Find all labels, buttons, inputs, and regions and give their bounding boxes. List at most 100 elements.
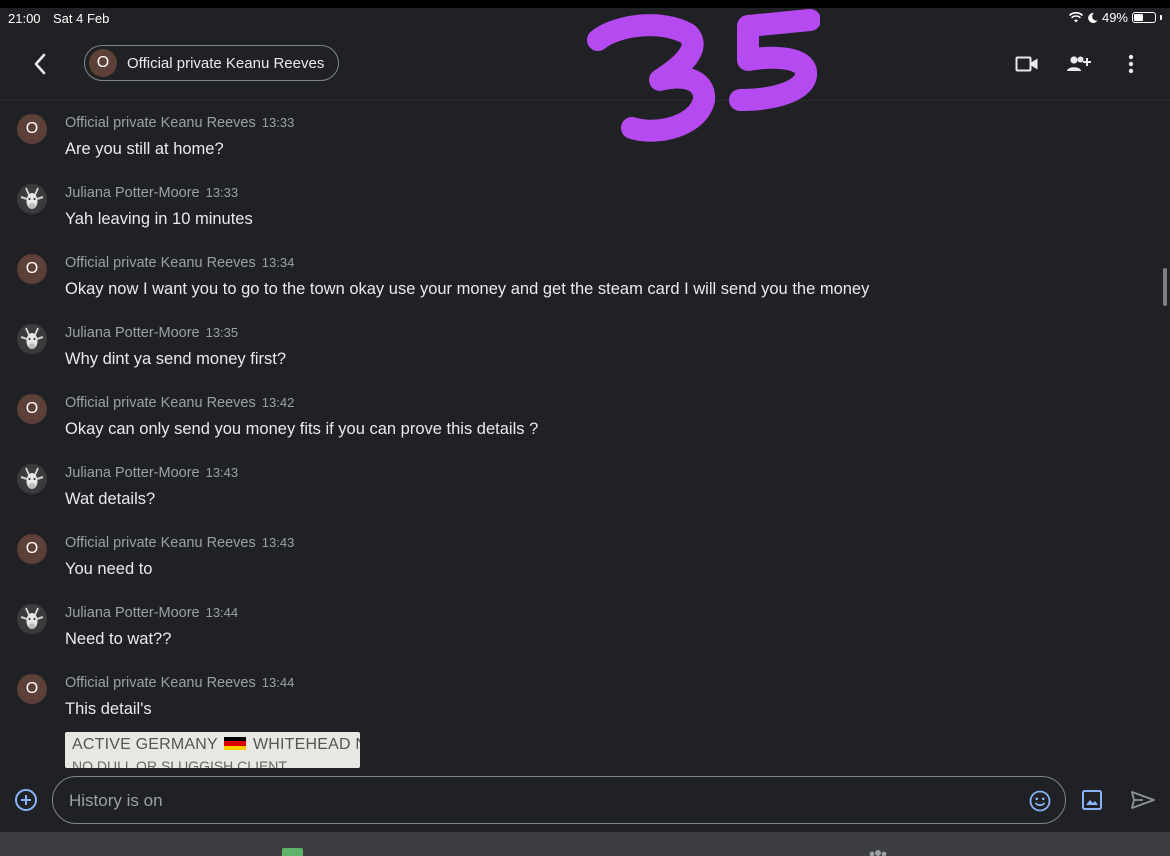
contact-avatar: O xyxy=(89,49,117,77)
sender-avatar[interactable]: O xyxy=(17,674,47,704)
message-meta: Juliana Potter-Moore 13:43 xyxy=(65,465,238,481)
message-meta: Juliana Potter-Moore 13:33 xyxy=(65,185,238,201)
sender-avatar[interactable] xyxy=(17,464,47,494)
message-list[interactable]: O Official private Keanu Reeves 13:33 Are y… xyxy=(0,101,1170,768)
message-input[interactable] xyxy=(67,785,1011,817)
message-text: You need to xyxy=(65,560,153,578)
image-icon xyxy=(1082,790,1102,810)
message-row[interactable]: O Official private Keanu Reeves 13:43 You n… xyxy=(0,521,1170,591)
status-right: 49% xyxy=(1068,10,1162,25)
insert-image-button[interactable] xyxy=(1079,787,1105,813)
battery-icon xyxy=(1132,12,1156,23)
message-row[interactable]: Juliana Potter-Moore 13:33 Yah leaving in … xyxy=(0,171,1170,241)
composer xyxy=(0,768,1170,832)
sender-avatar[interactable] xyxy=(17,184,47,214)
attachment-line1: ACTIVE GERMANY WHITEHEAD N xyxy=(72,736,360,754)
sender-name: Official private Keanu Reeves xyxy=(65,535,256,551)
sender-name: Juliana Potter-Moore xyxy=(65,185,200,201)
message-text: Yah leaving in 10 minutes xyxy=(65,210,253,228)
message-timestamp: 13:33 xyxy=(261,115,295,130)
message-meta: Official private Keanu Reeves 13:42 xyxy=(65,395,294,411)
message-text: Why dint ya send money first? xyxy=(65,350,287,368)
message-row[interactable]: Juliana Potter-Moore 13:43 Wat details? xyxy=(0,451,1170,521)
message-meta: Official private Keanu Reeves 13:34 xyxy=(65,255,294,271)
video-call-icon xyxy=(1015,56,1038,72)
message-row[interactable]: O Official private Keanu Reeves 13:34 Okay … xyxy=(0,241,1170,311)
message-timestamp: 13:34 xyxy=(261,255,295,270)
status-bar: 21:00 Sat 4 Feb 49% xyxy=(0,8,1170,28)
sender-name: Official private Keanu Reeves xyxy=(65,675,256,691)
emoji-icon xyxy=(1029,790,1051,812)
battery-nub xyxy=(1160,15,1162,20)
sender-name: Official private Keanu Reeves xyxy=(65,255,256,271)
back-button[interactable] xyxy=(24,48,56,80)
more-options-button[interactable] xyxy=(1117,50,1145,78)
sender-name: Juliana Potter-Moore xyxy=(65,325,200,341)
contact-chip[interactable]: O Official private Keanu Reeves xyxy=(84,45,340,81)
add-people-icon xyxy=(1067,56,1091,71)
message-timestamp: 13:42 xyxy=(261,395,295,410)
message-row[interactable]: Juliana Potter-Moore 13:44 Need to wat?? xyxy=(0,591,1170,661)
image-attachment[interactable]: ACTIVE GERMANY WHITEHEAD N NO DULL OR SL… xyxy=(65,732,360,768)
message-text: This detail's xyxy=(65,700,152,718)
message-text: Okay can only send you money fits if you… xyxy=(65,420,539,438)
more-vert-icon xyxy=(1128,54,1134,74)
message-row[interactable]: O Official private Keanu Reeves 13:44 This … xyxy=(0,661,1170,731)
add-circle-icon xyxy=(15,789,37,811)
message-timestamp: 13:44 xyxy=(205,605,239,620)
emoji-button[interactable] xyxy=(1027,788,1053,814)
sender-name: Official private Keanu Reeves xyxy=(65,395,256,411)
message-timestamp: 13:43 xyxy=(261,535,295,550)
message-meta: Juliana Potter-Moore 13:44 xyxy=(65,605,238,621)
status-time: 21:00 xyxy=(8,11,41,26)
goat-avatar-icon xyxy=(17,604,47,634)
battery-percent: 49% xyxy=(1101,10,1128,25)
chevron-left-icon xyxy=(34,53,46,75)
message-input-wrap xyxy=(52,776,1066,824)
sender-name: Juliana Potter-Moore xyxy=(65,465,200,481)
message-text: Okay now I want you to go to the town ok… xyxy=(65,280,870,298)
message-meta: Official private Keanu Reeves 13:43 xyxy=(65,535,294,551)
status-date: Sat 4 Feb xyxy=(53,11,110,26)
message-row[interactable]: O Official private Keanu Reeves 13:33 Are y… xyxy=(0,101,1170,171)
dock-people-icon[interactable] xyxy=(866,848,890,856)
message-timestamp: 13:33 xyxy=(205,185,239,200)
sender-avatar[interactable]: O xyxy=(17,254,47,284)
sender-avatar[interactable]: O xyxy=(17,534,47,564)
sender-avatar[interactable]: O xyxy=(17,114,47,144)
message-text: Are you still at home? xyxy=(65,140,224,158)
message-text: Wat details? xyxy=(65,490,156,508)
send-icon xyxy=(1131,791,1155,809)
top-black-strip xyxy=(0,0,1170,8)
dock-strip xyxy=(0,832,1170,856)
sender-name: Juliana Potter-Moore xyxy=(65,605,200,621)
wifi-icon xyxy=(1068,12,1083,23)
video-call-button[interactable] xyxy=(1013,50,1041,78)
goat-avatar-icon xyxy=(17,464,47,494)
battery-fill xyxy=(1134,14,1143,21)
sender-avatar[interactable] xyxy=(17,604,47,634)
attachment-text-b: WHITEHEAD N xyxy=(252,736,360,753)
message-meta: Official private Keanu Reeves 13:33 xyxy=(65,115,294,131)
moon-icon xyxy=(1088,12,1098,23)
message-timestamp: 13:44 xyxy=(261,675,295,690)
send-button[interactable] xyxy=(1129,787,1157,813)
attachment-text-a: ACTIVE GERMANY xyxy=(72,736,218,753)
add-people-button[interactable] xyxy=(1065,50,1093,78)
message-row[interactable]: Juliana Potter-Moore 13:35 Why dint ya sen… xyxy=(0,311,1170,381)
attachment-line2: NO DULL OR SLUGGISH CLIENT xyxy=(72,758,287,768)
add-attachment-button[interactable] xyxy=(12,786,40,814)
goat-avatar-icon xyxy=(17,324,47,354)
goat-avatar-icon xyxy=(17,184,47,214)
dock-app-icon[interactable] xyxy=(282,848,303,856)
sender-avatar[interactable]: O xyxy=(17,394,47,424)
germany-flag-icon xyxy=(224,737,247,750)
sender-avatar[interactable] xyxy=(17,324,47,354)
message-text: Need to wat?? xyxy=(65,630,172,648)
message-meta: Official private Keanu Reeves 13:44 xyxy=(65,675,294,691)
message-timestamp: 13:43 xyxy=(205,465,239,480)
message-row[interactable]: O Official private Keanu Reeves 13:42 Okay … xyxy=(0,381,1170,451)
message-meta: Juliana Potter-Moore 13:35 xyxy=(65,325,238,341)
message-timestamp: 13:35 xyxy=(205,325,239,340)
scrollbar-thumb[interactable] xyxy=(1163,268,1167,306)
